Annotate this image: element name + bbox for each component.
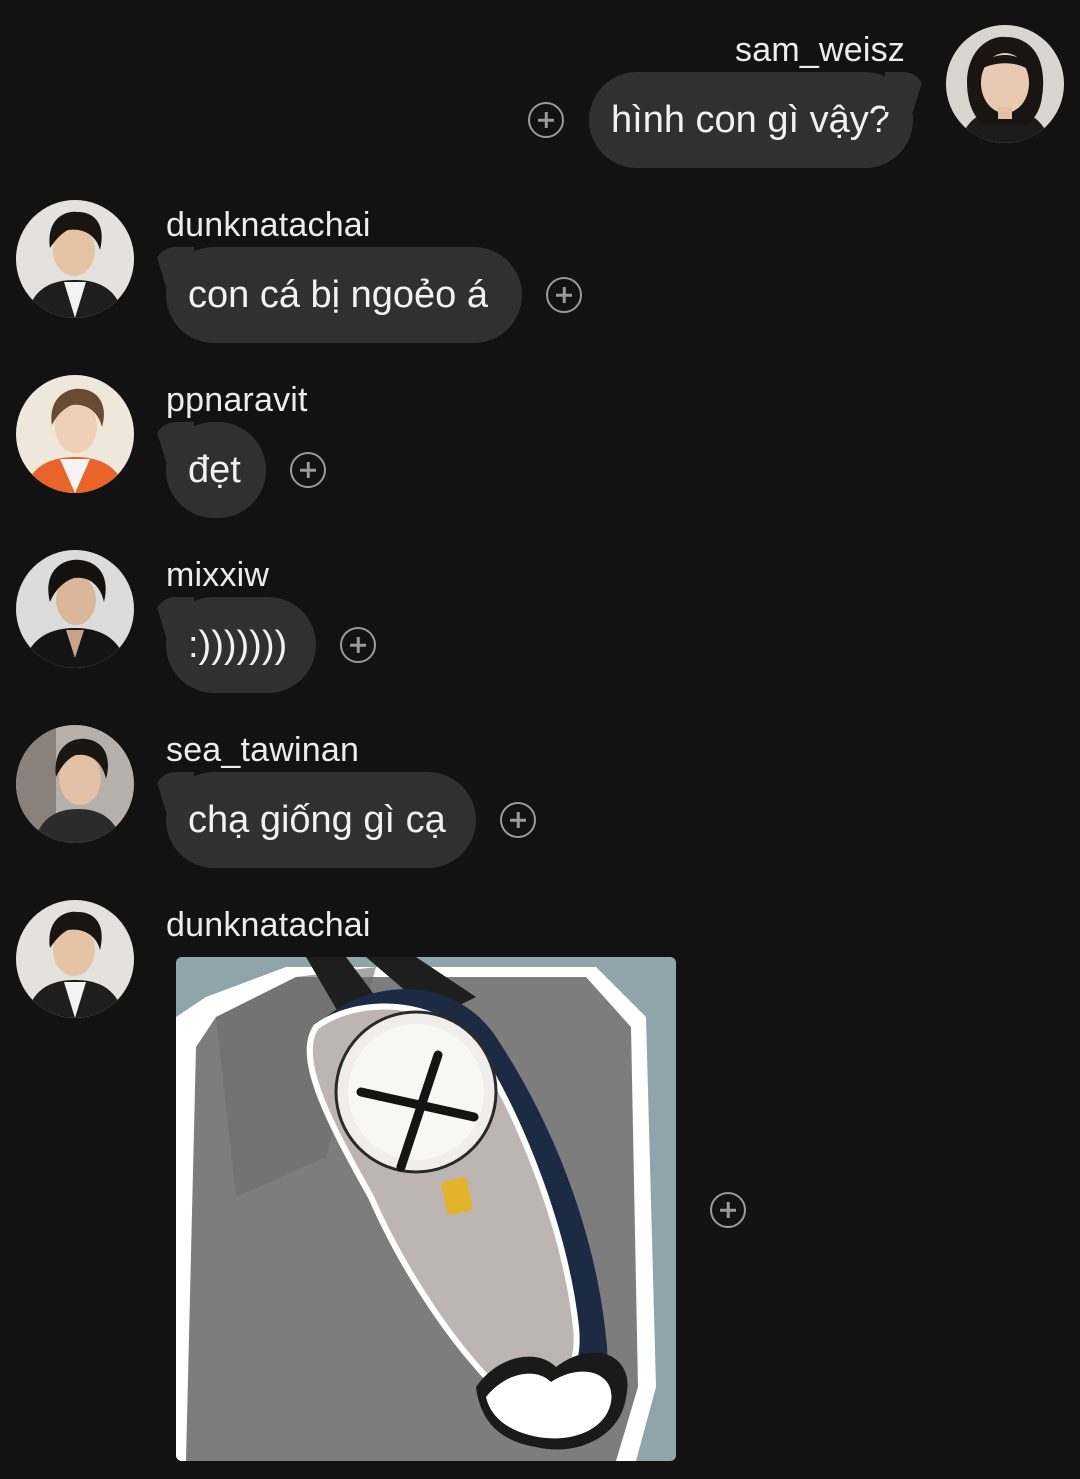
add-reaction-icon[interactable] xyxy=(528,102,564,138)
add-reaction-icon[interactable] xyxy=(290,452,326,488)
avatar[interactable] xyxy=(16,550,134,668)
username[interactable]: dunknatachai xyxy=(166,205,371,245)
message-bubble[interactable]: đẹt xyxy=(166,422,266,518)
add-reaction-icon[interactable] xyxy=(340,627,376,663)
avatar[interactable] xyxy=(16,900,134,1018)
username[interactable]: sam_weisz xyxy=(735,30,905,70)
username[interactable]: ppnaravit xyxy=(166,380,308,420)
avatar[interactable] xyxy=(16,200,134,318)
add-reaction-icon[interactable] xyxy=(710,1192,746,1228)
message-bubble[interactable]: hình con gì vậy? xyxy=(589,72,913,168)
image-message[interactable] xyxy=(176,957,676,1461)
username[interactable]: sea_tawinan xyxy=(166,730,359,770)
avatar[interactable] xyxy=(16,375,134,493)
add-reaction-icon[interactable] xyxy=(546,277,582,313)
add-reaction-icon[interactable] xyxy=(500,802,536,838)
avatar[interactable] xyxy=(946,25,1064,143)
message-bubble[interactable]: con cá bị ngoẻo á xyxy=(166,247,522,343)
username[interactable]: dunknatachai xyxy=(166,905,371,945)
fish-bag-photo xyxy=(176,957,676,1461)
message-bubble[interactable]: :))))))) xyxy=(166,597,316,693)
username[interactable]: mixxiw xyxy=(166,555,269,595)
avatar[interactable] xyxy=(16,725,134,843)
message-bubble[interactable]: chạ giống gì cạ xyxy=(166,772,476,868)
